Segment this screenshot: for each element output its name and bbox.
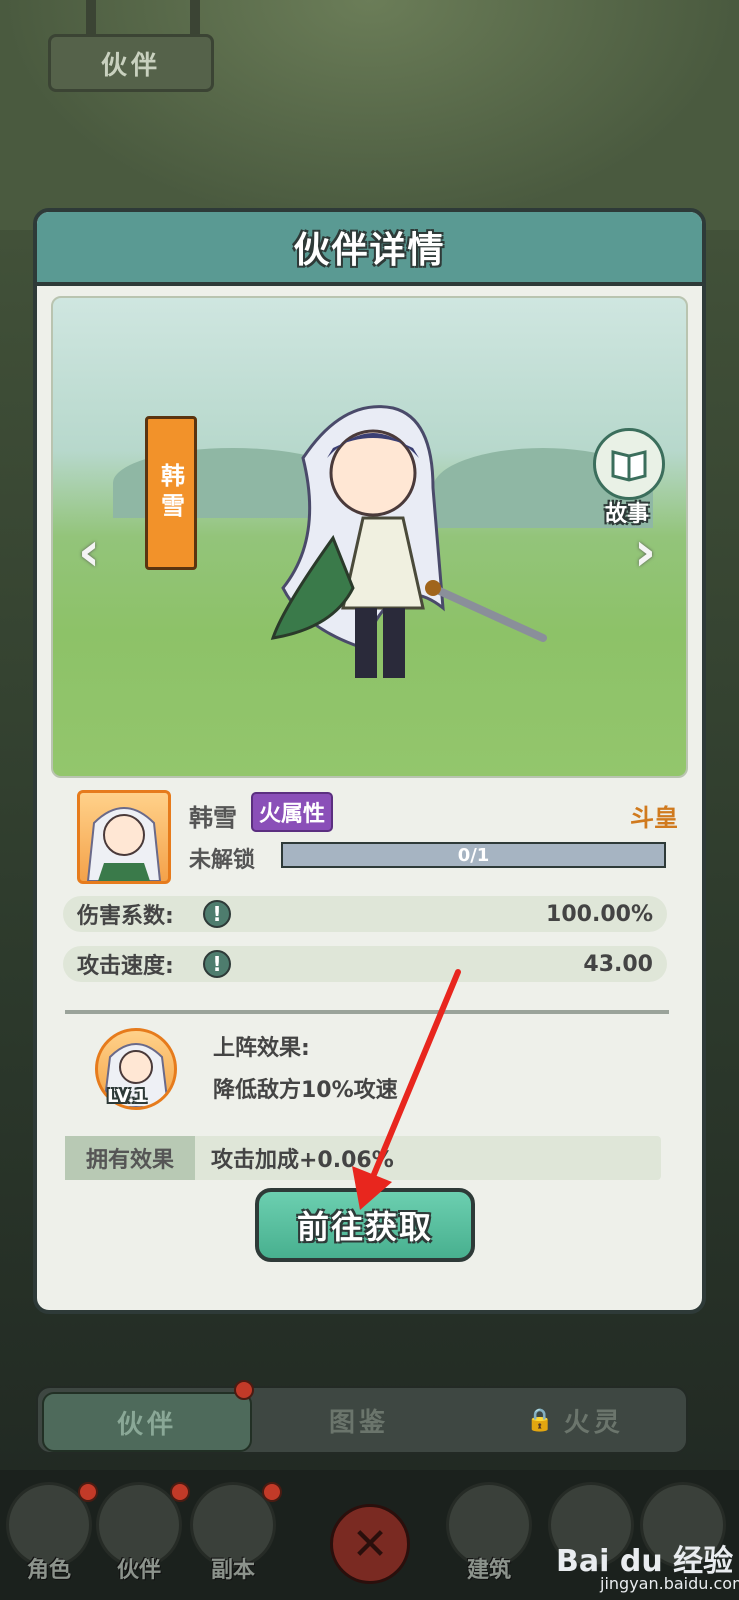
skill-level: LV.1 <box>107 1086 147 1107</box>
next-arrow-icon[interactable]: › <box>625 524 665 580</box>
partner-portrait <box>77 790 171 884</box>
dialog-title: 伙伴详情 <box>293 230 446 271</box>
nav-label: 角色 <box>26 1558 71 1583</box>
effect-title: 上阵效果: <box>213 1036 310 1061</box>
partner-name: 韩雪 <box>189 804 237 832</box>
nav-label: 副本 <box>210 1558 255 1583</box>
sub-tab-bar: 伙伴 图鉴 🔒 火灵 <box>36 1380 688 1454</box>
watermark-url: jingyan.baidu.com <box>600 1574 739 1593</box>
divider <box>65 1010 669 1014</box>
sign-post <box>86 0 96 36</box>
top-tab-partner[interactable]: 伙伴 <box>48 34 214 92</box>
rank-label: 斗皇 <box>630 804 678 832</box>
stat-value: 100.00% <box>546 901 653 927</box>
notification-dot <box>170 1482 190 1502</box>
unlock-progress-bar: 0/1 <box>281 842 666 868</box>
tab-fire-spirit[interactable]: 🔒 火灵 <box>470 1392 680 1448</box>
partner-detail-dialog: 伙伴详情 韩雪 ‹ › 故事 韩雪 火属性 斗皇 未解锁 0/1 伤害系数: !… <box>33 208 706 1314</box>
close-button[interactable]: ✕ <box>330 1504 410 1584</box>
tab-fire-spirit-label: 火灵 <box>563 1407 624 1438</box>
stat-value: 43.00 <box>583 951 653 977</box>
stat-row-damage: 伤害系数: ! 100.00% <box>63 896 667 932</box>
sign-post <box>190 0 200 36</box>
stat-row-attack-speed: 攻击速度: ! 43.00 <box>63 946 667 982</box>
prev-arrow-icon[interactable]: ‹ <box>69 524 109 580</box>
owned-effect-label: 拥有效果 <box>65 1136 195 1180</box>
stat-label: 伤害系数: <box>77 904 174 929</box>
info-icon[interactable]: ! <box>203 900 231 928</box>
notification-dot <box>234 1380 254 1400</box>
character-sprite <box>270 405 547 678</box>
story-button[interactable] <box>593 428 665 500</box>
character-showcase: 韩雪 ‹ › 故事 <box>51 296 688 778</box>
tab-partner[interactable]: 伙伴 <box>42 1392 252 1452</box>
lock-icon: 🔒 <box>526 1407 558 1433</box>
notification-dot <box>78 1482 98 1502</box>
portrait-avatar <box>86 807 162 881</box>
nav-label: 建筑 <box>466 1558 511 1583</box>
nav-partner[interactable]: 伙伴 <box>96 1482 182 1583</box>
nav-building[interactable]: 建筑 <box>446 1482 532 1583</box>
notification-dot <box>262 1482 282 1502</box>
goto-obtain-button[interactable]: 前往获取 <box>255 1188 475 1262</box>
stat-label: 攻击速度: <box>77 954 174 979</box>
info-icon[interactable]: ! <box>203 950 231 978</box>
tab-codex[interactable]: 图鉴 <box>254 1392 464 1448</box>
owned-effect-value: 攻击加成+0.06% <box>211 1148 394 1173</box>
nav-label: 伙伴 <box>116 1558 161 1583</box>
book-icon <box>611 450 647 482</box>
effect-text: 降低敌方10%攻速 <box>213 1078 398 1103</box>
unlock-progress-text: 0/1 <box>457 844 490 866</box>
unlock-status: 未解锁 <box>189 848 256 873</box>
story-label: 故事 <box>604 502 649 527</box>
owned-effect-row: 拥有效果 攻击加成+0.06% <box>65 1136 661 1180</box>
character-name-banner: 韩雪 <box>145 416 197 570</box>
dialog-header: 伙伴详情 <box>37 212 702 286</box>
attribute-badge: 火属性 <box>251 792 334 832</box>
